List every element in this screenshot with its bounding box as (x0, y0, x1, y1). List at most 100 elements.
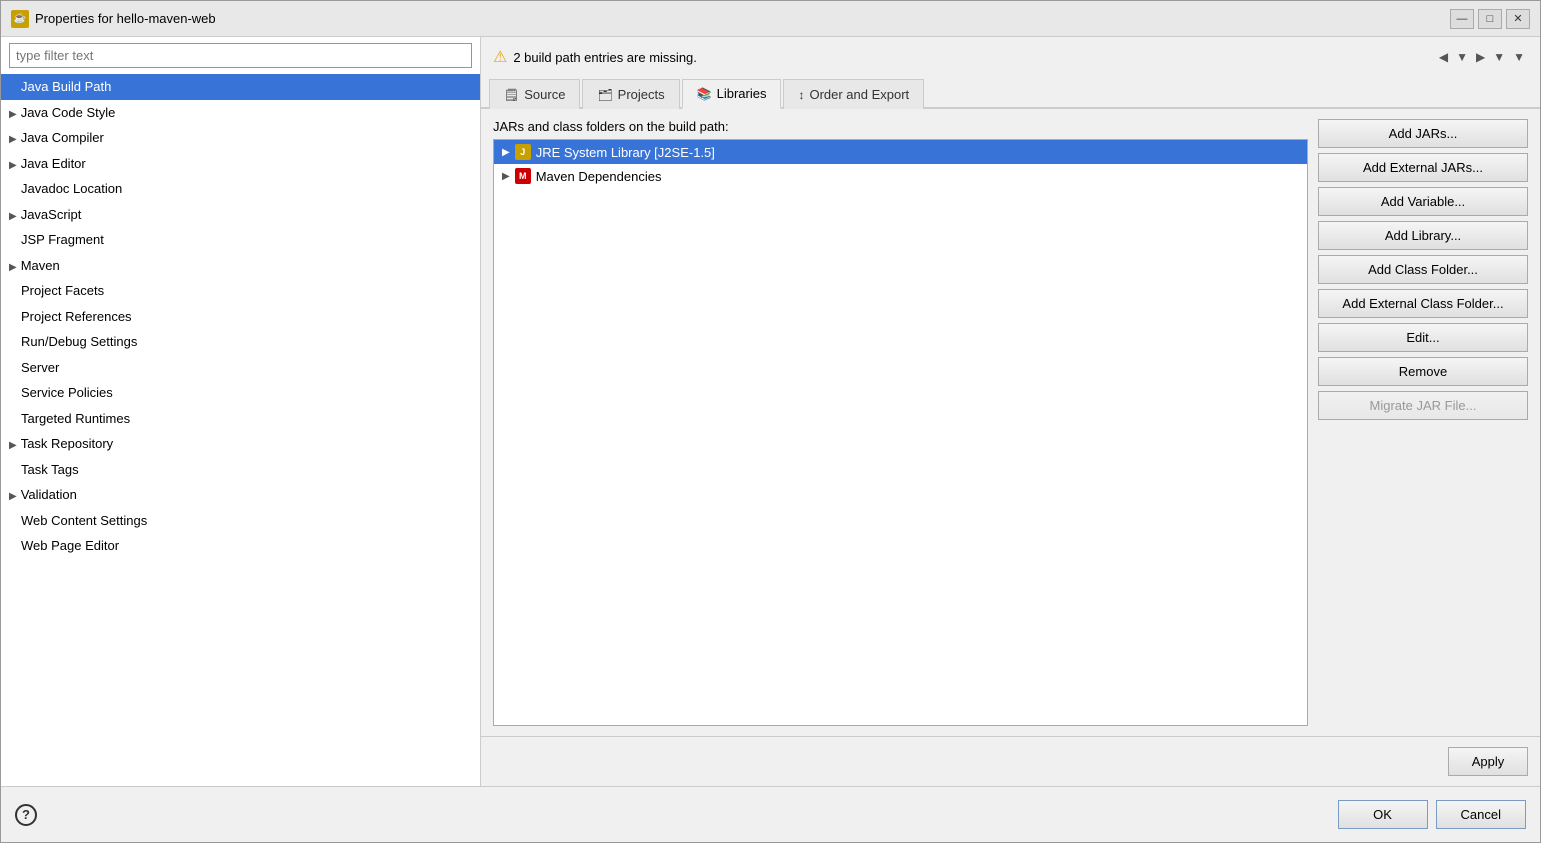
filter-input[interactable] (9, 43, 472, 68)
dialog-footer: ? OK Cancel (1, 786, 1540, 842)
jar-icon-maven-dependencies: M (515, 168, 531, 184)
sidebar-item-service-policies[interactable]: Service Policies (1, 380, 480, 406)
properties-dialog: ☕ Properties for hello-maven-web — □ ✕ J… (0, 0, 1541, 843)
sidebar-item-web-content-settings[interactable]: Web Content Settings (1, 508, 480, 534)
buttons-panel: Add JARs... Add External JARs... Add Varia… (1318, 119, 1528, 726)
jar-icon-jre-system-library: J (515, 144, 531, 160)
sidebar-item-label-java-compiler: Java Compiler (21, 130, 104, 145)
sidebar-item-project-references[interactable]: Project References (1, 304, 480, 330)
sidebar-item-java-code-style[interactable]: ▶Java Code Style (1, 100, 480, 126)
warning-bar: ⚠ 2 build path entries are missing. ◀ ▼ … (481, 37, 1540, 77)
sidebar-item-validation[interactable]: ▶Validation (1, 482, 480, 508)
nav-back-button[interactable]: ◀ (1436, 48, 1451, 66)
sidebar-item-label-java-build-path: Java Build Path (21, 79, 111, 94)
maximize-button[interactable]: □ (1478, 9, 1502, 29)
add-library-button[interactable]: Add Library... (1318, 221, 1528, 250)
tab-label-libraries: Libraries (717, 86, 767, 101)
panel-label: JARs and class folders on the build path… (493, 119, 1308, 134)
right-panel: ⚠ 2 build path entries are missing. ◀ ▼ … (481, 37, 1540, 786)
sidebar-item-label-web-content-settings: Web Content Settings (21, 513, 147, 528)
sidebar-item-run-debug-settings[interactable]: Run/Debug Settings (1, 329, 480, 355)
sidebar-item-label-web-page-editor: Web Page Editor (21, 538, 119, 553)
sidebar-item-javadoc-location[interactable]: Javadoc Location (1, 176, 480, 202)
tab-label-source: Source (524, 87, 565, 102)
sidebar-item-jsp-fragment[interactable]: JSP Fragment (1, 227, 480, 253)
tab-icon-order-and-export: ↕ (798, 88, 804, 102)
tab-source[interactable]: 🗒 Source (489, 79, 580, 109)
title-controls: — □ ✕ (1450, 9, 1530, 29)
cancel-button[interactable]: Cancel (1436, 800, 1526, 829)
title-bar: ☕ Properties for hello-maven-web — □ ✕ (1, 1, 1540, 37)
sidebar-item-javascript[interactable]: ▶JavaScript (1, 202, 480, 228)
ok-button[interactable]: OK (1338, 800, 1428, 829)
add-external-jars-button[interactable]: Add External JARs... (1318, 153, 1528, 182)
bottom-bar: Apply (481, 736, 1540, 786)
nav-up-button[interactable]: ▼ (1490, 48, 1508, 66)
add-class-folder-button[interactable]: Add Class Folder... (1318, 255, 1528, 284)
jar-item-maven-dependencies[interactable]: ▶MMaven Dependencies (494, 164, 1307, 188)
warning-icon: ⚠ (493, 47, 507, 67)
edit-button[interactable]: Edit... (1318, 323, 1528, 352)
tree-area: Java Build Path ▶Java Code Style▶Java Com… (1, 74, 480, 786)
content-area: JARs and class folders on the build path… (481, 109, 1540, 736)
sidebar-item-label-javascript: JavaScript (21, 207, 82, 222)
remove-button[interactable]: Remove (1318, 357, 1528, 386)
main-content: Java Build Path▶Java Code Style▶Java Com… (1, 37, 1540, 786)
sidebar-item-label-task-tags: Task Tags (21, 462, 79, 477)
sidebar-item-project-facets[interactable]: Project Facets (1, 278, 480, 304)
libraries-panel: JARs and class folders on the build path… (493, 119, 1308, 726)
jar-expand-maven-dependencies: ▶ (502, 171, 510, 182)
help-button[interactable]: ? (15, 804, 37, 826)
jar-list: ▶JJRE System Library [J2SE-1.5]▶MMaven D… (493, 139, 1308, 726)
add-variable-button[interactable]: Add Variable... (1318, 187, 1528, 216)
footer-buttons: OK Cancel (1338, 800, 1526, 829)
nav-forward-button[interactable]: ▶ (1473, 48, 1488, 66)
tab-libraries[interactable]: 📚 Libraries (682, 79, 782, 109)
jar-expand-jre-system-library: ▶ (502, 147, 510, 158)
sidebar-item-label-javadoc-location: Javadoc Location (21, 181, 122, 196)
sidebar-item-java-editor[interactable]: ▶Java Editor (1, 151, 480, 177)
jar-item-jre-system-library[interactable]: ▶JJRE System Library [J2SE-1.5] (494, 140, 1307, 164)
apply-button[interactable]: Apply (1448, 747, 1528, 776)
tab-bar: 🗒 Source 🗂 Projects 📚 Libraries ↕ Order and Exp… (481, 77, 1540, 109)
nav-arrows: ◀ ▼ ▶ ▼ ▼ (1436, 48, 1528, 66)
sidebar-item-label-targeted-runtimes: Targeted Runtimes (21, 411, 130, 426)
sidebar-item-task-repository[interactable]: ▶Task Repository (1, 431, 480, 457)
sidebar-item-label-project-facets: Project Facets (21, 283, 104, 298)
sidebar-item-server[interactable]: Server (1, 355, 480, 381)
tab-label-order-and-export: Order and Export (809, 87, 909, 102)
tab-projects[interactable]: 🗂 Projects (582, 79, 679, 109)
sidebar-item-java-build-path[interactable]: Java Build Path (1, 74, 480, 100)
sidebar-item-label-project-references: Project References (21, 309, 132, 324)
sidebar-item-web-page-editor[interactable]: Web Page Editor (1, 533, 480, 559)
close-button[interactable]: ✕ (1506, 9, 1530, 29)
tab-label-projects: Projects (618, 87, 665, 102)
sidebar-item-targeted-runtimes[interactable]: Targeted Runtimes (1, 406, 480, 432)
sidebar-item-maven[interactable]: ▶Maven (1, 253, 480, 279)
sidebar-item-java-compiler[interactable]: ▶Java Compiler (1, 125, 480, 151)
dialog-title: Properties for hello-maven-web (35, 11, 216, 26)
sidebar-item-label-task-repository: Task Repository (21, 436, 113, 451)
nav-menu-button[interactable]: ▼ (1510, 48, 1528, 66)
sidebar-item-label-java-editor: Java Editor (21, 156, 86, 171)
tab-order-and-export[interactable]: ↕ Order and Export (783, 79, 924, 109)
sidebar-item-label-server: Server (21, 360, 59, 375)
app-icon: ☕ (11, 10, 29, 28)
sidebar-item-label-validation: Validation (21, 487, 77, 502)
sidebar-item-label-run-debug-settings: Run/Debug Settings (21, 334, 137, 349)
tab-icon-projects: 🗂 (597, 88, 612, 102)
sidebar-item-task-tags[interactable]: Task Tags (1, 457, 480, 483)
tab-icon-libraries: 📚 (697, 87, 712, 101)
tab-icon-source: 🗒 (504, 88, 519, 102)
minimize-button[interactable]: — (1450, 9, 1474, 29)
title-bar-left: ☕ Properties for hello-maven-web (11, 10, 216, 28)
nav-down-button[interactable]: ▼ (1453, 48, 1471, 66)
sidebar-item-label-jsp-fragment: JSP Fragment (21, 232, 104, 247)
migrate-jar-file-button: Migrate JAR File... (1318, 391, 1528, 420)
sidebar-item-label-service-policies: Service Policies (21, 385, 113, 400)
warning-message: 2 build path entries are missing. (513, 50, 697, 65)
add-external-class-folder-button[interactable]: Add External Class Folder... (1318, 289, 1528, 318)
add-jars-button[interactable]: Add JARs... (1318, 119, 1528, 148)
sidebar-item-label-maven: Maven (21, 258, 60, 273)
left-panel: Java Build Path ▶Java Code Style▶Java Com… (1, 37, 481, 786)
